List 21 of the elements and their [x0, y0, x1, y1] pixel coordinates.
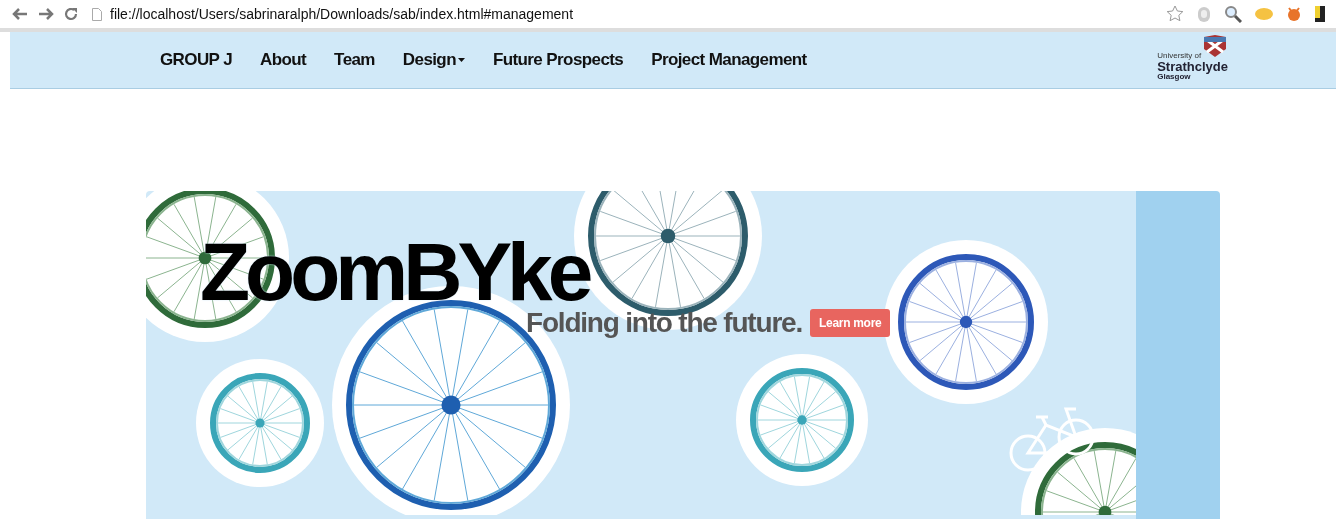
logo-text: Strathclyde — [1157, 59, 1228, 73]
nav-link[interactable]: About — [246, 50, 321, 70]
caret-icon — [457, 58, 465, 62]
url-text: file://localhost/Users/sabrinaralph/Downloads/sab/index.html#management — [110, 6, 574, 22]
shield-crest-icon — [1202, 33, 1228, 58]
nav-link[interactable]: Project Management — [637, 50, 821, 70]
fox-face-icon[interactable] — [1286, 6, 1302, 22]
back-arrow-icon[interactable] — [12, 8, 28, 20]
nav-link[interactable]: Team — [320, 50, 389, 70]
logo-text: University of — [1157, 51, 1203, 60]
forward-arrow-icon[interactable] — [38, 8, 54, 20]
reload-icon[interactable] — [64, 7, 78, 21]
page-icon — [92, 7, 102, 21]
address-bar[interactable]: file://localhost/Users/sabrinaralph/Downloads/sab/index.html#management — [86, 0, 1336, 28]
magnifier-icon[interactable] — [1224, 5, 1242, 23]
hero-tagline: Folding into the future. — [526, 307, 803, 339]
nav-link[interactable]: Design — [388, 50, 479, 70]
star-icon[interactable] — [1166, 5, 1184, 23]
brand-link[interactable]: GROUP J — [146, 50, 246, 70]
logo-text: Glasgow — [1157, 72, 1191, 81]
nav-link[interactable]: Future Prospects — [478, 50, 638, 70]
